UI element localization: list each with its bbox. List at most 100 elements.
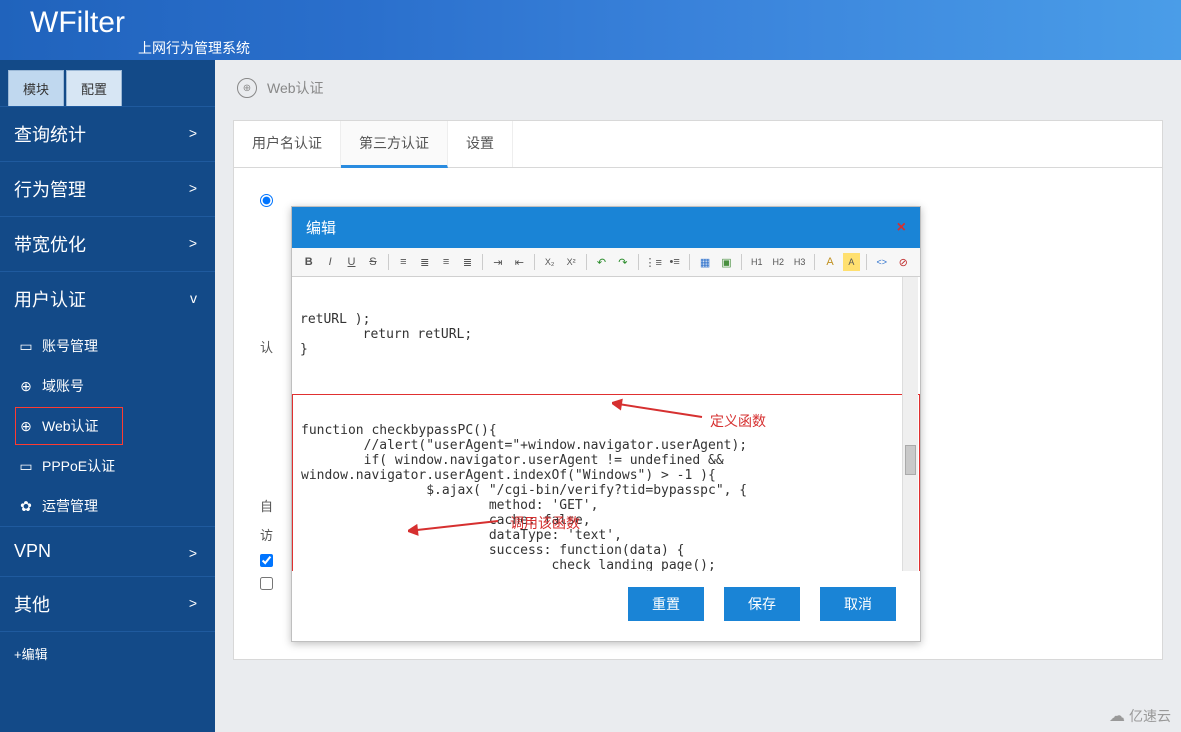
radio-option[interactable] <box>260 194 273 207</box>
highlight-box: function checkbypassPC(){ //alert("userA… <box>292 394 920 571</box>
source-icon[interactable]: <> <box>873 253 890 271</box>
annotation-call: 调用该函数 <box>510 513 580 533</box>
tab-settings[interactable]: 设置 <box>448 121 513 167</box>
chevron-down-icon: v <box>190 290 197 306</box>
clear-format-icon[interactable]: ⊘ <box>894 253 911 271</box>
checkbox-1[interactable] <box>260 554 273 567</box>
globe-icon: ⊕ <box>18 418 34 435</box>
sidebar-item-label: 运营管理 <box>42 496 98 516</box>
align-center-icon[interactable]: ≣ <box>416 253 433 271</box>
cloud-icon: ☁ <box>1109 706 1125 726</box>
main-area: ⊕ Web认证 用户名认证 第三方认证 设置 认 自 访 <box>215 60 1181 732</box>
sidebar-group-label: VPN <box>14 541 51 561</box>
sidebar-group-auth[interactable]: 用户认证 v <box>0 271 215 326</box>
scrollbar-thumb[interactable] <box>905 445 916 475</box>
watermark-text: 亿速云 <box>1129 706 1171 726</box>
outdent-icon[interactable]: ⇤ <box>511 253 528 271</box>
font-color-icon[interactable]: A <box>821 253 838 271</box>
sidebar-edit-button[interactable]: +编辑 <box>0 631 215 675</box>
sidebar-group-bandwidth[interactable]: 带宽优化 > <box>0 216 215 271</box>
sidebar-group-query[interactable]: 查询统计 > <box>0 106 215 161</box>
app-subtitle: 上网行为管理系统 <box>138 38 1181 58</box>
undo-icon[interactable]: ↶ <box>593 253 610 271</box>
unordered-list-icon[interactable]: •≡ <box>666 253 683 271</box>
table-icon[interactable]: ▦ <box>696 253 713 271</box>
label-fragment: 认 <box>260 337 273 356</box>
tab-username-auth[interactable]: 用户名认证 <box>234 121 341 167</box>
sidebar-group-label: 其他 <box>14 595 50 615</box>
toolbar-separator <box>638 254 639 270</box>
arrow-call-icon <box>408 517 508 537</box>
code-highlighted: function checkbypassPC(){ //alert("userA… <box>293 424 919 571</box>
bold-icon[interactable]: B <box>300 253 317 271</box>
h2-icon[interactable]: H2 <box>770 253 787 271</box>
chevron-right-icon: > <box>189 125 197 141</box>
image-icon[interactable]: ▣ <box>718 253 735 271</box>
app-logo: WFilter <box>30 0 1181 38</box>
chevron-right-icon: > <box>189 595 197 611</box>
redo-icon[interactable]: ↷ <box>614 253 631 271</box>
globe-icon: ⊕ <box>18 378 34 395</box>
breadcrumb-label: Web认证 <box>267 78 324 98</box>
reset-button[interactable]: 重置 <box>628 587 704 621</box>
scrollbar[interactable] <box>902 277 918 571</box>
code-editor[interactable]: retURL ); return retURL; } function chec… <box>292 277 920 571</box>
h3-icon[interactable]: H3 <box>791 253 808 271</box>
align-right-icon[interactable]: ≡ <box>437 253 454 271</box>
annotation-define: 定义函数 <box>710 411 766 431</box>
card-icon: ▭ <box>18 458 34 475</box>
sidebar-tab-config[interactable]: 配置 <box>66 70 122 106</box>
sidebar-group-other[interactable]: 其他 > <box>0 576 215 631</box>
dialog-title: 编辑 <box>306 217 336 238</box>
superscript-icon[interactable]: X² <box>562 253 579 271</box>
label-fragment: 访 <box>260 525 273 544</box>
sidebar-group-label: 带宽优化 <box>14 235 86 255</box>
sidebar-item-label: 域账号 <box>42 376 84 396</box>
checkbox-2[interactable] <box>260 577 273 590</box>
tab-thirdparty-auth[interactable]: 第三方认证 <box>341 121 448 168</box>
toolbar-separator <box>866 254 867 270</box>
code-pre: retURL ); return retURL; } <box>292 307 920 364</box>
arrow-define-icon <box>612 397 712 421</box>
sidebar-group-behavior[interactable]: 行为管理 > <box>0 161 215 216</box>
save-button[interactable]: 保存 <box>724 587 800 621</box>
ordered-list-icon[interactable]: ⋮≡ <box>645 253 662 271</box>
sidebar-tab-module[interactable]: 模块 <box>8 70 64 106</box>
globe-icon: ⊕ <box>237 78 257 98</box>
sidebar-item-pppoe-auth[interactable]: ▭ PPPoE认证 <box>14 446 215 486</box>
italic-icon[interactable]: I <box>321 253 338 271</box>
label-fragment: 自 <box>260 496 273 515</box>
sidebar-item-ops-manage[interactable]: ✿ 运营管理 <box>14 486 215 526</box>
panel-tabs: 用户名认证 第三方认证 设置 <box>234 121 1162 168</box>
gear-icon: ✿ <box>18 498 34 515</box>
toolbar-separator <box>689 254 690 270</box>
toolbar-separator <box>586 254 587 270</box>
indent-icon[interactable]: ⇥ <box>489 253 506 271</box>
cancel-button[interactable]: 取消 <box>820 587 896 621</box>
close-icon[interactable]: × <box>897 219 906 237</box>
toolbar-separator <box>388 254 389 270</box>
chevron-right-icon: > <box>189 235 197 251</box>
sidebar-item-domain-account[interactable]: ⊕ 域账号 <box>14 366 215 406</box>
sidebar-group-vpn[interactable]: VPN > <box>0 526 215 576</box>
dialog-titlebar: 编辑 × <box>292 207 920 248</box>
align-justify-icon[interactable]: ≣ <box>459 253 476 271</box>
sidebar-subitems: ▭ 账号管理 ⊕ 域账号 ⊕ Web认证 ▭ PPPoE认证 ✿ 运营管理 <box>0 326 215 526</box>
strike-icon[interactable]: S <box>364 253 381 271</box>
align-left-icon[interactable]: ≡ <box>395 253 412 271</box>
h1-icon[interactable]: H1 <box>748 253 765 271</box>
sidebar-item-account-manage[interactable]: ▭ 账号管理 <box>14 326 215 366</box>
sidebar-item-web-auth[interactable]: ⊕ Web认证 <box>14 406 124 446</box>
sidebar: 模块 配置 查询统计 > 行为管理 > 带宽优化 > 用户认证 v ▭ 账号管理… <box>0 60 215 732</box>
underline-icon[interactable]: U <box>343 253 360 271</box>
editor-area[interactable]: retURL ); return retURL; } function chec… <box>292 277 920 571</box>
sidebar-group-label: 查询统计 <box>14 125 86 145</box>
watermark: ☁ 亿速云 <box>1109 706 1171 726</box>
highlight-icon[interactable]: A <box>843 253 860 271</box>
subscript-icon[interactable]: X₂ <box>541 253 558 271</box>
toolbar-separator <box>741 254 742 270</box>
sidebar-group-label: 用户认证 <box>14 290 86 310</box>
toolbar-separator <box>814 254 815 270</box>
chevron-right-icon: > <box>189 545 197 561</box>
toolbar-separator <box>482 254 483 270</box>
